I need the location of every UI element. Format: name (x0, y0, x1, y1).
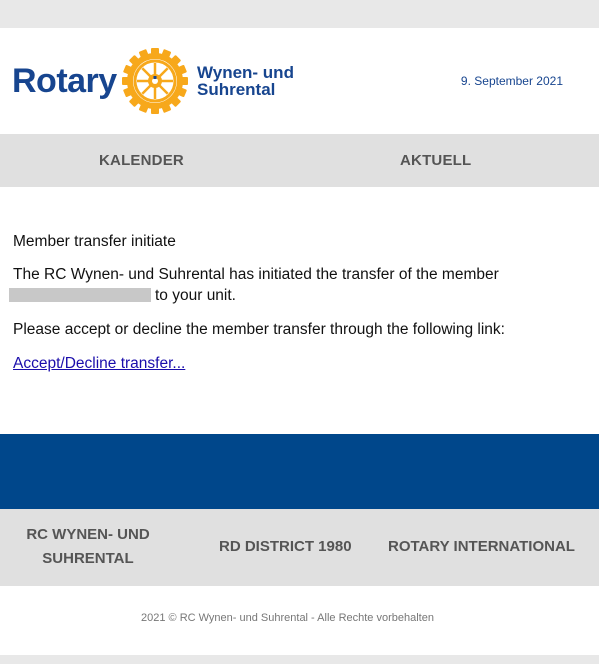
redacted-member-name (9, 288, 151, 302)
club-name-line-2: Suhrental (197, 80, 276, 99)
nav-item-kalender[interactable]: KALENDER (99, 134, 184, 187)
message-body-prefix: The RC Wynen- und Suhrental has initiate… (13, 266, 499, 283)
rotary-logo-text[interactable]: Rotary (12, 61, 117, 101)
copyright-area: 2021 © RC Wynen- und Suhrental - Alle Re… (0, 586, 599, 655)
message-body: The RC Wynen- und Suhrental has initiate… (9, 264, 573, 306)
footer-links: RC WYNEN- UND SUHRENTAL RD DISTRICT 1980… (0, 509, 599, 586)
accept-decline-transfer-link[interactable]: Accept/Decline transfer... (13, 353, 185, 374)
top-strip (0, 0, 599, 28)
copyright-text: 2021 © RC Wynen- und Suhrental - Alle Re… (141, 612, 434, 624)
header-date: 9. September 2021 (460, 74, 563, 88)
bottom-strip (0, 655, 599, 664)
footer-link-district[interactable]: RD DISTRICT 1980 (219, 535, 352, 559)
header: Rotary Wynen- und Suhrental 9. September… (0, 28, 599, 134)
club-name[interactable]: Wynen- und Suhrental (197, 64, 294, 98)
nav-item-aktuell[interactable]: AKTUELL (400, 134, 471, 187)
footer-link-rc-club[interactable]: RC WYNEN- UND SUHRENTAL (18, 523, 158, 571)
footer-link-rotary-international[interactable]: ROTARY INTERNATIONAL (388, 535, 575, 559)
message-content: Member transfer initiate The RC Wynen- u… (0, 187, 599, 434)
main-nav: KALENDER AKTUELL (0, 134, 599, 187)
rotary-wheel-icon[interactable] (121, 47, 189, 115)
message-body-suffix: to your unit. (155, 287, 236, 304)
message-instruction: Please accept or decline the member tran… (13, 321, 505, 338)
blue-band (0, 434, 599, 509)
message-title: Member transfer initiate (13, 233, 176, 250)
footer-link-rc-club-line-2: SUHRENTAL (42, 550, 134, 567)
footer-link-rc-club-line-1: RC WYNEN- UND (26, 526, 150, 543)
club-name-line-1: Wynen- und (197, 63, 294, 82)
